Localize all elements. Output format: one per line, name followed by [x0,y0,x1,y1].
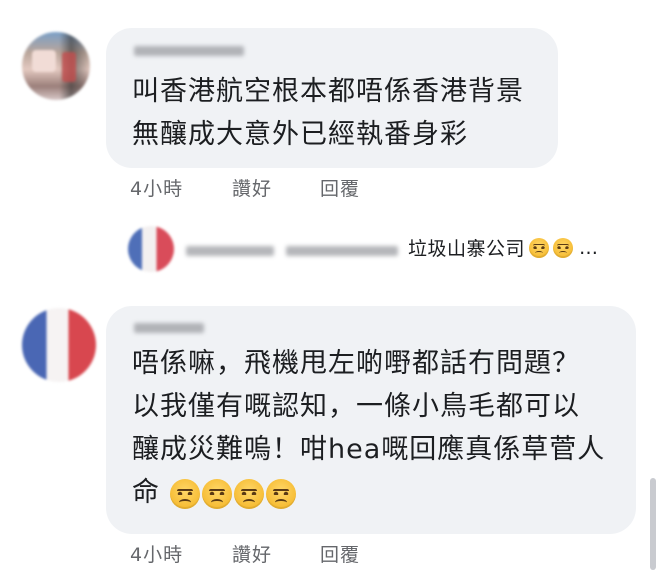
angry-face-icon [169,478,200,509]
scrollbar[interactable] [650,478,656,570]
like-button[interactable]: 讚好 [232,174,272,201]
like-button[interactable]: 讚好 [232,540,272,567]
angry-face-icon [265,478,296,509]
reply-button[interactable]: 回覆 [320,174,360,201]
comment-line: 唔係嘛，飛機甩左啲嘢都話冇問題？ [132,348,580,379]
comment-line: 無釀成大意外已經執番身彩 [132,119,468,150]
comment-timestamp[interactable]: 4小時 [130,540,183,567]
comment-line: 釀成災難嗚！咁hea嘅回應真係草菅人 [132,434,606,465]
comment-line-last: 命 [132,471,605,514]
commenter-avatar[interactable] [22,308,96,382]
comment-body: 唔係嘛，飛機甩左啲嘢都話冇問題？ 以我僅有嘅認知，一條小鳥毛都可以 釀成災難嗚！… [132,342,605,514]
reply-button[interactable]: 回覆 [320,540,360,567]
reply-preview-text: 垃圾山寨公司 [408,238,526,260]
angry-face-icon [201,478,232,509]
comment-timestamp[interactable]: 4小時 [130,174,183,201]
comment-body: 叫香港航空根本都唔係香港背景 無釀成大意外已經執番身彩 [132,70,524,156]
reply-avatar[interactable] [128,226,174,272]
angry-face-icon [553,237,574,258]
angry-face-icon [529,237,550,258]
comment-line: 叫香港航空根本都唔係香港背景 [132,76,524,107]
more-replies-ellipsis[interactable]: … [579,237,599,259]
commenter-name-blurred[interactable] [134,323,204,333]
commenter-name-blurred[interactable] [134,46,244,56]
comment-line-text: 命 [132,477,160,508]
comment-line: 以我僅有嘅認知，一條小鳥毛都可以 [132,391,580,422]
commenter-avatar[interactable] [22,32,90,100]
reply-preview[interactable]: 垃圾山寨公司 … [408,234,599,261]
emoji-row [169,478,296,509]
reply-author-name-blurred[interactable] [186,246,274,256]
mentioned-name-blurred[interactable] [286,246,398,256]
angry-face-icon [233,478,264,509]
